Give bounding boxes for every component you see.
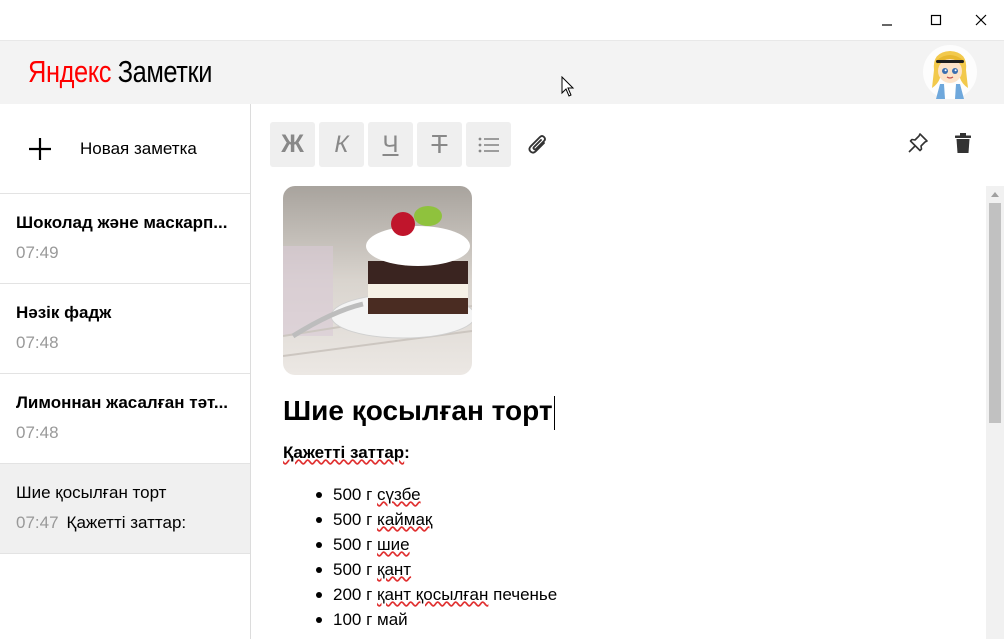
app-logo[interactable]: Яндекс Заметки [28, 54, 212, 90]
bulleted-list-button[interactable] [466, 122, 511, 167]
note-content[interactable]: Шие қосылған торт Қажетті заттар: 500 г … [283, 186, 973, 632]
note-title: Шие қосылған торт [16, 483, 167, 502]
app-header: Яндекс Заметки [0, 40, 1004, 104]
close-button[interactable] [958, 0, 1004, 40]
note-snippet: Қажетті заттар: [66, 513, 187, 532]
note-title: Нәзік фадж [16, 303, 112, 322]
ingredients-list: 500 г сүзбе 500 г каймақ 500 г шие 500 г… [316, 482, 973, 632]
scroll-thumb[interactable] [989, 203, 1001, 423]
minimize-button[interactable] [864, 0, 910, 40]
paperclip-icon [527, 134, 546, 154]
note-time: 07:47 [16, 513, 59, 532]
avatar[interactable] [922, 44, 978, 100]
logo-product: Заметки [117, 54, 213, 89]
scroll-up-button[interactable] [986, 186, 1004, 202]
format-toolbar: Ж К Ч Т [270, 122, 560, 167]
editor-scrollbar[interactable] [986, 186, 1004, 639]
logo-brand: Яндекс [28, 54, 112, 89]
maximize-button[interactable] [913, 0, 959, 40]
maximize-icon [930, 14, 942, 26]
pin-button[interactable] [903, 128, 933, 158]
note-title: Лимоннан жасалған тәт... [16, 393, 229, 412]
list-item: 500 г қант [316, 557, 973, 582]
italic-button[interactable]: К [319, 122, 364, 167]
list-item: 500 г каймақ [316, 507, 973, 532]
note-time: 07:48 [16, 423, 59, 442]
list-item: 500 г сүзбе [316, 482, 973, 507]
note-list-item[interactable]: Шоколад және маскарп... 07:49 [0, 194, 250, 284]
note-time: 07:48 [16, 333, 59, 352]
note-list-item[interactable]: Нәзік фадж 07:48 [0, 284, 250, 374]
text-caret [553, 395, 556, 430]
list-item: 500 г шие [316, 532, 973, 557]
ingredients-heading: Қажетті заттар: [283, 442, 410, 462]
list-item: 100 г май [316, 607, 973, 632]
delete-button[interactable] [948, 128, 978, 158]
close-icon [975, 14, 987, 26]
title-bar [0, 0, 1004, 40]
note-heading[interactable]: Шие қосылған торт [283, 393, 973, 430]
chevron-up-icon [991, 192, 999, 197]
note-editor: Ж К Ч Т Шие қосылған торт Қажетті заттар… [252, 104, 1004, 639]
new-note-button[interactable]: Новая заметка [0, 104, 250, 194]
note-list-item-active[interactable]: Шие қосылған торт 07:47 Қажетті заттар: [0, 464, 250, 554]
strikethrough-button[interactable]: Т [417, 122, 462, 167]
note-title: Шоколад және маскарп... [16, 213, 228, 232]
bold-button[interactable]: Ж [270, 122, 315, 167]
plus-icon [0, 104, 80, 194]
note-time: 07:49 [16, 243, 59, 262]
bulleted-list-icon [478, 137, 499, 152]
cake-photo [283, 186, 472, 375]
minimize-icon [882, 24, 892, 26]
list-item: 200 г қант қосылған печенье [316, 582, 973, 607]
notes-sidebar: Новая заметка Шоколад және маскарп... 07… [0, 104, 251, 639]
mouse-cursor-icon [561, 76, 575, 97]
underline-button[interactable]: Ч [368, 122, 413, 167]
trash-icon [955, 133, 971, 153]
attach-button[interactable] [515, 122, 560, 167]
new-note-label: Новая заметка [80, 138, 197, 158]
note-list-item[interactable]: Лимоннан жасалған тәт... 07:48 [0, 374, 250, 464]
pin-icon [908, 133, 928, 153]
